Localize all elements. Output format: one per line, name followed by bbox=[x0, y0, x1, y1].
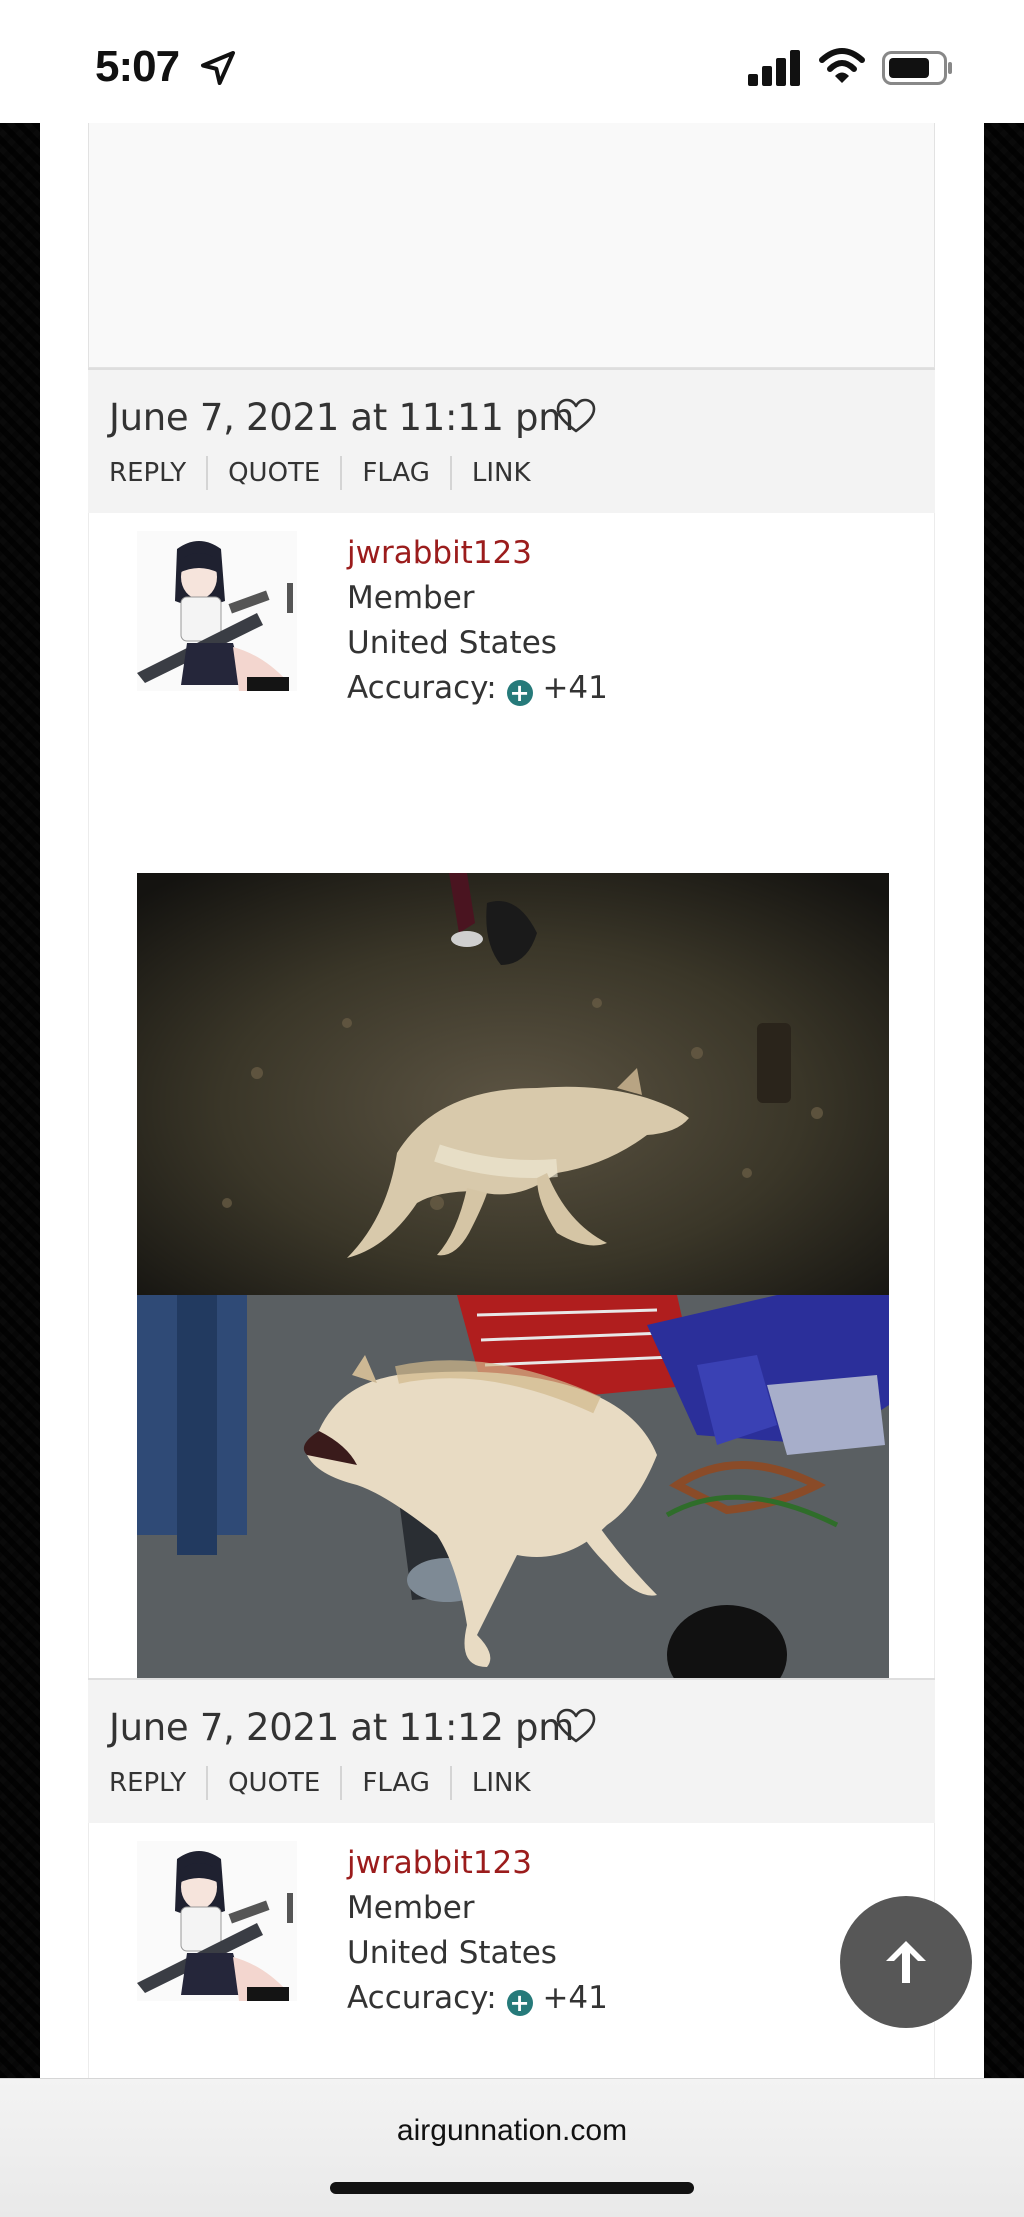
quote-link[interactable]: QUOTE bbox=[206, 1766, 340, 1800]
post-photo-coyote-grass[interactable] bbox=[137, 873, 889, 1295]
author-country: United States bbox=[347, 1935, 557, 1971]
accuracy-value: +41 bbox=[542, 670, 608, 706]
flag-link[interactable]: FLAG bbox=[340, 1766, 450, 1800]
home-indicator[interactable] bbox=[330, 2182, 694, 2194]
author-username[interactable]: jwrabbit123 bbox=[347, 1841, 608, 1886]
author-role: Member bbox=[347, 580, 475, 616]
post-date: June 7, 2021 at 11:12 pm bbox=[109, 1706, 574, 1749]
author-username[interactable]: jwrabbit123 bbox=[347, 531, 608, 576]
forum-content[interactable]: June 7, 2021 at 11:11 pm REPLY QUOTE FLA… bbox=[40, 123, 984, 2078]
accuracy-value: +41 bbox=[542, 1980, 608, 2016]
wifi-icon bbox=[819, 48, 865, 83]
status-bar: 5:07 bbox=[0, 0, 1024, 123]
post-body: jwrabbit123 Member United States Accurac… bbox=[88, 513, 935, 1803]
avatar[interactable] bbox=[137, 531, 297, 691]
post-date: June 7, 2021 at 11:11 pm bbox=[109, 396, 574, 439]
reply-link[interactable]: REPLY bbox=[109, 1766, 206, 1800]
location-arrow-icon bbox=[201, 51, 235, 85]
arrow-up-icon bbox=[886, 1941, 926, 1983]
heart-icon[interactable] bbox=[556, 1708, 596, 1744]
post-header: June 7, 2021 at 11:12 pm REPLY QUOTE FLA… bbox=[88, 1678, 935, 1823]
permalink-link[interactable]: LINK bbox=[449, 456, 551, 490]
plus-circle-icon: + bbox=[506, 680, 533, 706]
flag-link[interactable]: FLAG bbox=[340, 456, 450, 490]
accuracy-label: Accuracy: bbox=[347, 670, 497, 706]
author-role: Member bbox=[347, 1890, 475, 1926]
right-background-pattern bbox=[984, 123, 1024, 2078]
plus-circle-icon: + bbox=[506, 1990, 533, 2016]
browser-address-bar[interactable]: airgunnation.com bbox=[0, 2078, 1024, 2217]
left-background-pattern bbox=[0, 123, 40, 2078]
post-header: June 7, 2021 at 11:11 pm REPLY QUOTE FLA… bbox=[88, 368, 935, 513]
avatar[interactable] bbox=[137, 1841, 297, 2001]
cellular-signal-icon bbox=[748, 50, 800, 86]
quote-link[interactable]: QUOTE bbox=[206, 456, 340, 490]
url-text[interactable]: airgunnation.com bbox=[0, 2114, 1024, 2148]
author-accuracy: Accuracy: + +41 bbox=[347, 666, 608, 711]
author-accuracy: Accuracy: + +41 bbox=[347, 1976, 608, 2021]
reply-link[interactable]: REPLY bbox=[109, 456, 206, 490]
post-photo-coyote-garage[interactable] bbox=[137, 1295, 889, 1717]
author-info: jwrabbit123 Member United States Accurac… bbox=[347, 531, 608, 711]
post-actions: REPLY QUOTE FLAG LINK bbox=[109, 1766, 551, 1800]
heart-icon[interactable] bbox=[556, 398, 596, 434]
post-actions: REPLY QUOTE FLAG LINK bbox=[109, 456, 551, 490]
accuracy-label: Accuracy: bbox=[347, 1980, 497, 2016]
battery-icon bbox=[882, 51, 952, 85]
permalink-link[interactable]: LINK bbox=[449, 1766, 551, 1800]
author-info: jwrabbit123 Member United States Accurac… bbox=[347, 1841, 608, 2021]
author-country: United States bbox=[347, 625, 557, 661]
previous-post-body bbox=[88, 123, 935, 368]
post-body: jwrabbit123 Member United States Accurac… bbox=[88, 1823, 935, 2078]
status-time: 5:07 bbox=[95, 42, 180, 91]
scroll-to-top-button[interactable] bbox=[840, 1896, 972, 2028]
